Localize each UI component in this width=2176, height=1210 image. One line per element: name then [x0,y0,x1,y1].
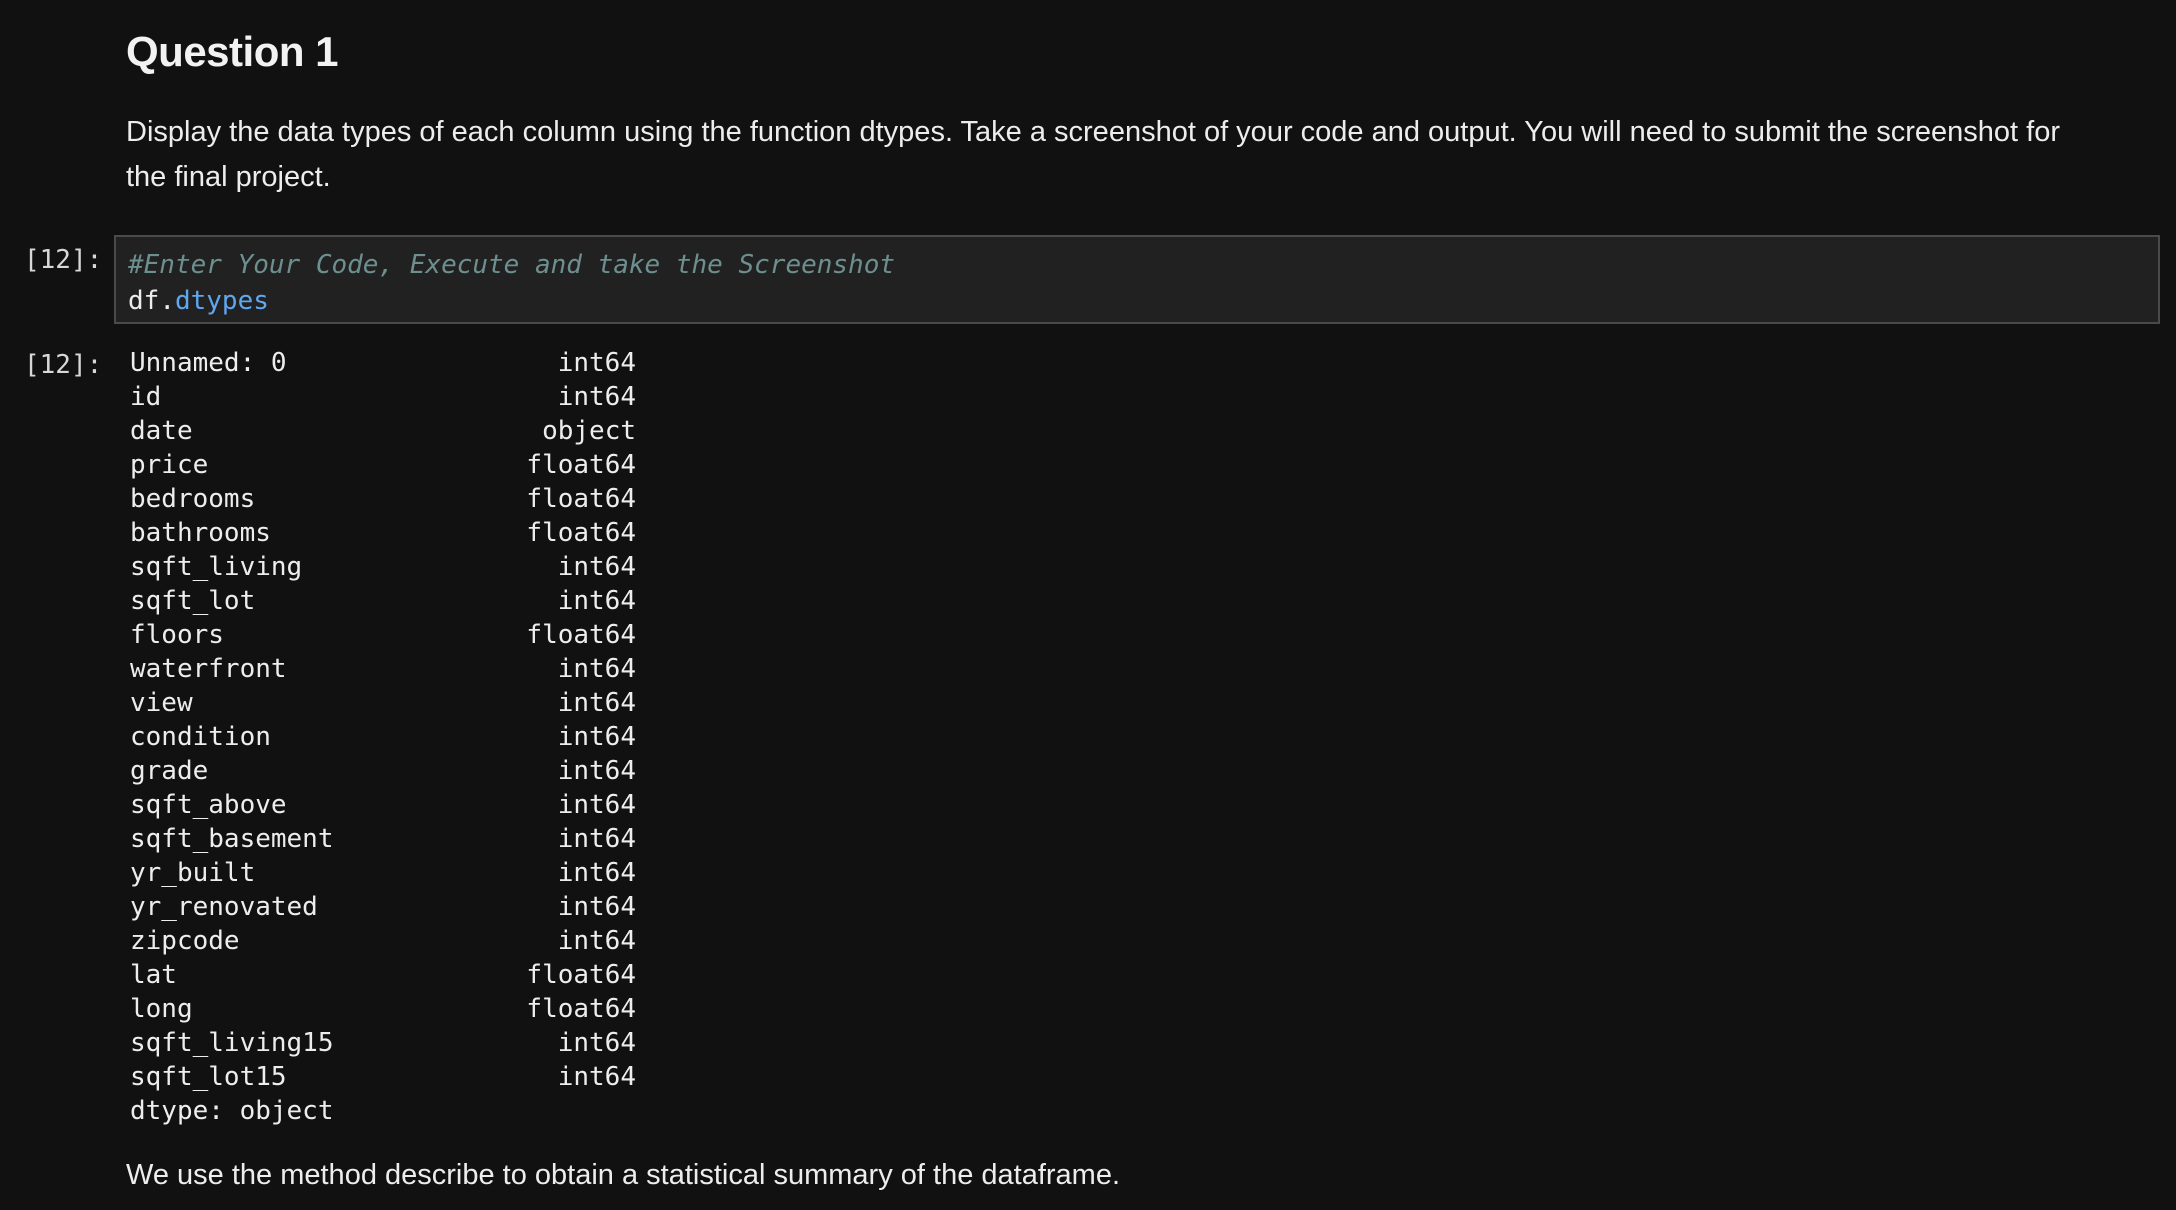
dtype-row: Unnamed: 0 int64 [130,346,636,380]
dtype-column-name: zipcode [130,926,240,956]
dtype-value: int64 [557,790,636,820]
dtype-column-name: bathrooms [130,518,271,548]
dtype-column-name: lat [130,960,177,990]
dtype-value: int64 [557,722,636,752]
code-object: df [128,286,160,316]
dtypes-list: Unnamed: 0 int64 id int64 date object price flo… [130,346,636,1094]
dtype-row: bathrooms float64 [130,516,636,550]
dtypes-footer: dtype: object [130,1096,334,1126]
dtype-value: object [542,416,636,446]
dtype-row: id int64 [130,380,636,414]
dtype-value: int64 [557,926,636,956]
dtype-value: int64 [557,1062,636,1092]
dtype-value: float64 [526,960,636,990]
dtype-row: sqft_above int64 [130,788,636,822]
dtype-row: grade int64 [130,754,636,788]
dtype-column-name: sqft_basement [130,824,334,854]
code-attribute: dtypes [174,286,269,316]
dtype-column-name: long [130,994,193,1024]
dtype-row: bedrooms float64 [130,482,636,516]
dtype-column-name: sqft_lot15 [130,1062,287,1092]
dtype-row: yr_built int64 [130,856,636,890]
dtype-column-name: date [130,416,193,446]
dtype-column-name: Unnamed: 0 [130,348,287,378]
dtype-row: sqft_living int64 [130,550,636,584]
dtype-value: int64 [557,892,636,922]
dtype-value: int64 [557,756,636,786]
follow-up-text: We use the method describe to obtain a s… [126,1159,1121,1191]
code-cell-editor[interactable]: #Enter Your Code, Execute and take the S… [114,235,2160,324]
output-prompt: [12]: [24,350,103,380]
dtype-column-name: price [130,450,209,480]
dtype-column-name: yr_built [130,858,256,888]
code-line: df.dtypes [128,283,2146,319]
dtype-row: sqft_basement int64 [130,822,636,856]
question-instructions: Display the data types of each column us… [126,116,2060,193]
dtype-column-name: sqft_lot [130,586,256,616]
dtype-column-name: grade [130,756,209,786]
dtype-row: price float64 [130,448,636,482]
dtype-value: int64 [557,858,636,888]
dtype-row: condition int64 [130,720,636,754]
dtype-column-name: waterfront [130,654,287,684]
dtypes-output: Unnamed: 0 int64 id int64 date object price flo… [130,346,636,1128]
dtype-row: floors float64 [130,618,636,652]
dtype-value: int64 [557,824,636,854]
dtype-value: int64 [557,382,636,412]
input-prompt: [12]: [24,245,103,275]
dtype-column-name: yr_renovated [130,892,318,922]
dtype-column-name: sqft_above [130,790,287,820]
dtype-row: waterfront int64 [130,652,636,686]
dtype-row: view int64 [130,686,636,720]
dtype-value: float64 [526,620,636,650]
dtype-column-name: view [130,688,193,718]
dtype-value: float64 [526,994,636,1024]
dtype-column-name: id [130,382,162,412]
dtype-value: int64 [557,586,636,616]
dtype-value: float64 [526,450,636,480]
code-dot: . [159,286,175,316]
dtype-row: yr_renovated int64 [130,890,636,924]
code-comment: #Enter Your Code, Execute and take the S… [128,250,896,280]
question-heading: Question 1 [126,28,339,75]
dtype-value: float64 [526,484,636,514]
dtype-value: float64 [526,518,636,548]
dtype-row: zipcode int64 [130,924,636,958]
dtype-row: long float64 [130,992,636,1026]
dtype-row: sqft_lot15 int64 [130,1060,636,1094]
dtype-value: int64 [557,552,636,582]
dtype-row: sqft_lot int64 [130,584,636,618]
dtype-value: int64 [557,688,636,718]
dtype-value: int64 [557,348,636,378]
dtype-row: lat float64 [130,958,636,992]
dtype-value: int64 [557,1028,636,1058]
dtype-value: int64 [557,654,636,684]
dtype-row: sqft_living15 int64 [130,1026,636,1060]
dtype-row: date object [130,414,636,448]
dtype-column-name: bedrooms [130,484,256,514]
dtype-column-name: sqft_living15 [130,1028,334,1058]
dtype-column-name: floors [130,620,224,650]
dtype-column-name: condition [130,722,271,752]
dtype-column-name: sqft_living [130,552,303,582]
